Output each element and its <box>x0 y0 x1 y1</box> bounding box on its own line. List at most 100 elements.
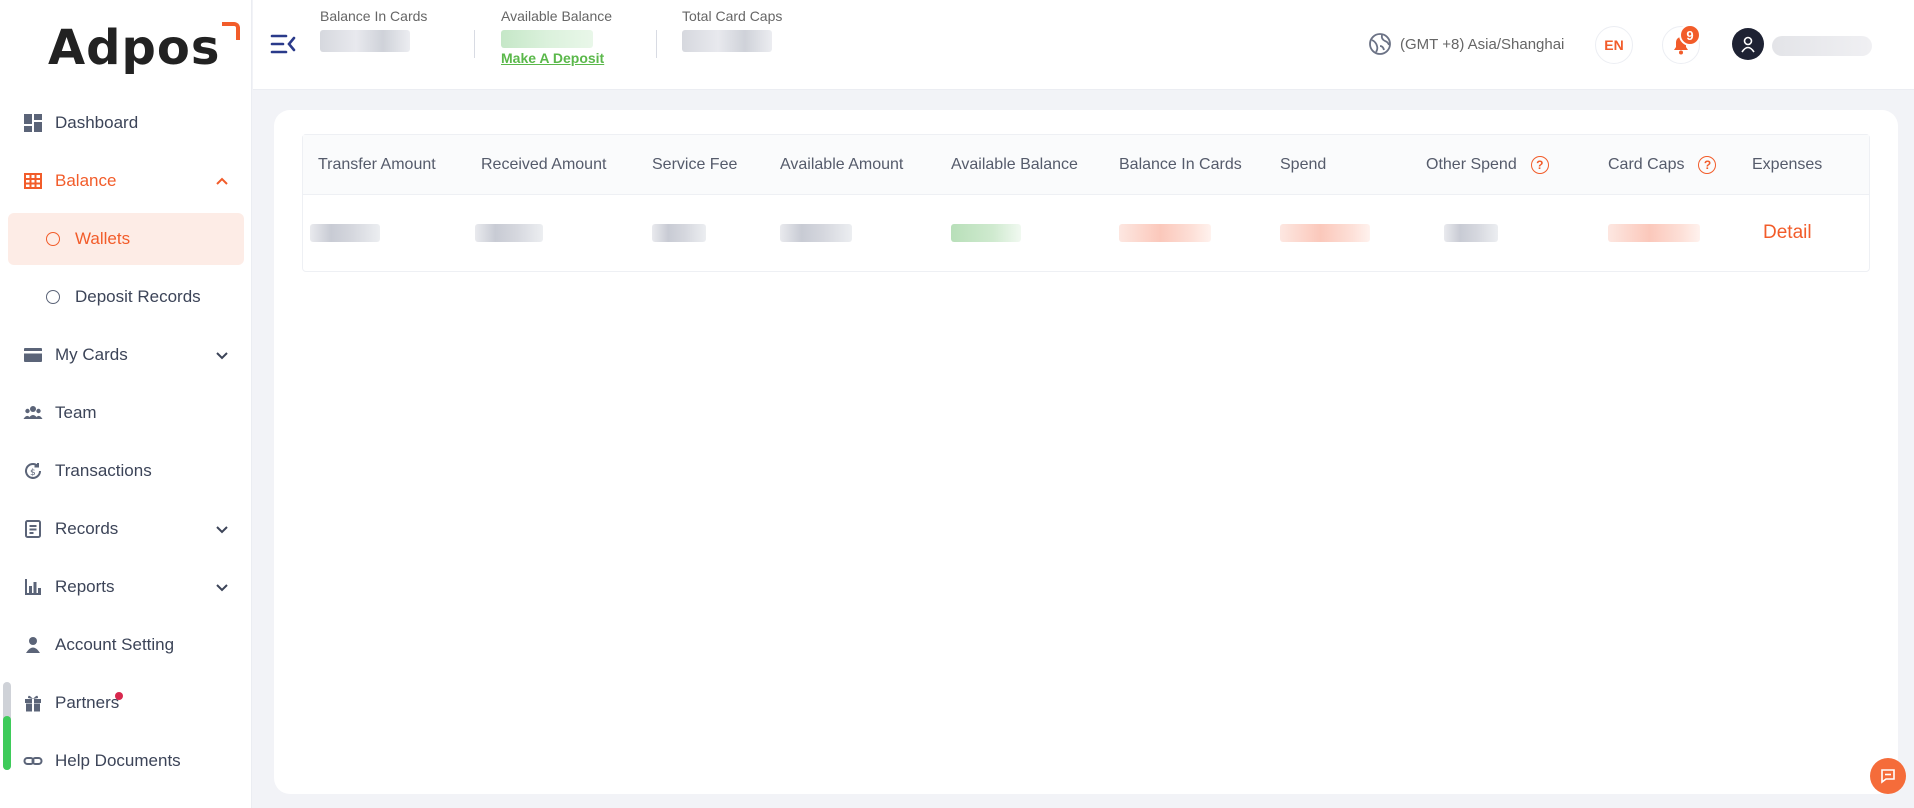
stat-value-redacted <box>682 30 772 52</box>
sidebar-item-my-cards[interactable]: My Cards <box>0 326 252 384</box>
svg-text:$: $ <box>30 468 36 478</box>
records-icon <box>22 518 44 540</box>
timezone-selector[interactable]: (GMT +8) Asia/Shanghai <box>1368 32 1564 56</box>
top-header: Balance In Cards Available Balance Make … <box>253 0 1914 90</box>
wallets-table: Transfer Amount Received Amount Service … <box>302 134 1870 272</box>
help-icon[interactable]: ? <box>1530 155 1549 174</box>
sidebar-item-label: Account Setting <box>55 635 175 654</box>
sidebar-scrollbar-thumb[interactable] <box>3 716 11 770</box>
logo-mark <box>222 22 241 40</box>
sidebar-item-label: Reports <box>55 577 115 596</box>
redacted-value <box>1119 224 1211 242</box>
gift-icon <box>22 692 44 714</box>
username-redacted[interactable] <box>1772 36 1872 56</box>
chat-support-button[interactable] <box>1870 758 1906 794</box>
app-logo[interactable]: Adpos <box>48 20 241 76</box>
collapse-menu-icon[interactable] <box>269 32 297 56</box>
table-cell <box>1265 224 1411 242</box>
circle-icon <box>46 290 60 304</box>
link-icon <box>22 750 44 772</box>
sidebar-item-transactions[interactable]: $ Transactions <box>0 442 252 500</box>
stat-label: Total Card Caps <box>682 8 783 24</box>
table-cell: Detail <box>1737 222 1869 244</box>
sidebar-item-dashboard[interactable]: Dashboard <box>0 94 252 152</box>
sidebar-subitem-wallets[interactable]: Wallets <box>8 213 244 265</box>
column-header-card-caps: Card Caps ? <box>1593 155 1737 174</box>
user-icon <box>1741 36 1755 53</box>
column-header: Expenses <box>1752 155 1823 173</box>
redacted-value <box>310 224 380 242</box>
sidebar-item-label: Transactions <box>55 461 152 480</box>
column-header: Available Amount <box>780 155 904 173</box>
circle-icon <box>46 232 60 246</box>
chat-icon <box>1881 769 1895 784</box>
column-header: Balance In Cards <box>1119 155 1242 173</box>
detail-link[interactable]: Detail <box>1763 222 1812 244</box>
column-header-other-spend: Other Spend ? <box>1411 155 1593 174</box>
sidebar-item-records[interactable]: Records <box>0 500 252 558</box>
language-button[interactable]: EN <box>1595 26 1633 64</box>
stat-balance-in-cards: Balance In Cards <box>320 8 427 52</box>
sidebar-item-account-setting[interactable]: Account Setting <box>0 616 252 674</box>
table-cell <box>936 224 1104 242</box>
exchange-icon: $ <box>22 460 44 482</box>
sidebar-subitem-label: Deposit Records <box>75 287 201 306</box>
logo-text: Adpos <box>48 20 221 76</box>
table-row: Detail <box>303 195 1869 271</box>
sidebar-item-help-documents[interactable]: Help Documents <box>0 732 252 790</box>
chevron-up-icon <box>216 177 228 185</box>
stat-available-balance: Available Balance Make A Deposit <box>501 8 612 66</box>
table-grid-icon <box>22 170 44 192</box>
sidebar-item-reports[interactable]: Reports <box>0 558 252 616</box>
chevron-down-icon <box>216 584 228 592</box>
table-cell <box>466 224 637 242</box>
redacted-value <box>1444 224 1498 242</box>
notification-count-badge: 9 <box>1679 24 1701 46</box>
sidebar-item-team[interactable]: Team <box>0 384 252 442</box>
sidebar-item-balance[interactable]: Balance <box>0 152 252 210</box>
redacted-value <box>475 224 543 242</box>
stat-value-redacted <box>320 30 410 52</box>
sidebar-item-partners[interactable]: Partners <box>0 674 252 732</box>
chevron-down-icon <box>216 526 228 534</box>
sidebar-subitem-deposit-records[interactable]: Deposit Records <box>0 268 252 326</box>
sidebar-item-label: Partners <box>55 693 120 712</box>
sidebar-item-label: Records <box>55 519 119 538</box>
stat-value-redacted <box>501 30 593 48</box>
sidebar-item-label: Dashboard <box>55 113 139 132</box>
column-header: Spend <box>1280 155 1327 173</box>
sidebar-subitem-label: Wallets <box>75 229 131 248</box>
divider <box>474 30 475 58</box>
table-cell <box>303 224 466 242</box>
main-content-card: Transfer Amount Received Amount Service … <box>274 110 1898 794</box>
divider <box>656 30 657 58</box>
stat-label: Balance In Cards <box>320 8 428 24</box>
dashboard-icon <box>22 112 44 134</box>
notification-dot <box>115 692 123 700</box>
user-icon <box>22 634 44 656</box>
table-cell <box>1593 224 1737 242</box>
column-header-label: Card Caps <box>1608 155 1685 173</box>
sidebar: Adpos Dashboard Balance Wallets Deposit … <box>0 0 252 808</box>
sidebar-item-label: My Cards <box>55 345 128 364</box>
avatar[interactable] <box>1732 28 1764 60</box>
team-icon <box>22 402 44 424</box>
stat-total-card-caps: Total Card Caps <box>682 8 782 52</box>
sidebar-nav: Dashboard Balance Wallets Deposit Record… <box>0 94 252 790</box>
table-cell <box>765 224 936 242</box>
sidebar-item-label: Help Documents <box>55 751 181 770</box>
column-header: Service Fee <box>652 155 738 173</box>
make-deposit-link[interactable]: Make A Deposit <box>501 50 612 66</box>
bar-chart-icon <box>22 576 44 598</box>
redacted-value <box>1608 224 1700 242</box>
timezone-label: (GMT +8) Asia/Shanghai <box>1400 35 1565 53</box>
table-cell <box>1104 224 1265 242</box>
stat-label: Available Balance <box>501 8 613 24</box>
redacted-value <box>1280 224 1370 242</box>
globe-icon <box>1369 33 1391 55</box>
redacted-value <box>951 224 1021 242</box>
sidebar-item-label: Team <box>55 403 97 422</box>
help-icon[interactable]: ? <box>1698 155 1717 174</box>
column-header: Transfer Amount <box>318 155 436 173</box>
table-cell <box>1411 224 1593 242</box>
